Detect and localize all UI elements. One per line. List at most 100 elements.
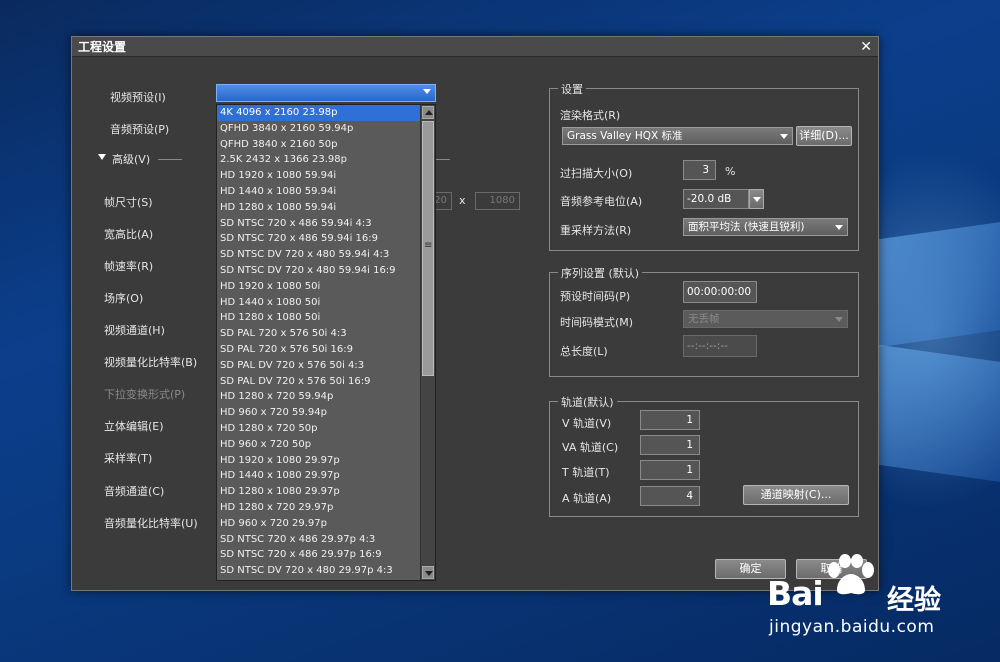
video-preset-option[interactable]: SD NTSC 720 x 486 59.94i 4:3: [217, 216, 421, 232]
settings-group-title: 设置: [558, 81, 586, 97]
video-preset-option[interactable]: HD 1280 x 1080 50i: [217, 310, 421, 326]
video-preset-option[interactable]: SD NTSC DV 720 x 480 59.94i 16:9: [217, 263, 421, 279]
video-preset-option[interactable]: HD 960 x 720 50p: [217, 437, 421, 453]
audio-ref-dropdown-icon[interactable]: [749, 189, 764, 209]
render-format-value: Grass Valley HQX 标准: [567, 130, 683, 142]
chevron-down-icon: [423, 89, 431, 94]
resample-method-value: 面积平均法 (快速且锐利): [688, 221, 805, 233]
audio-ref-level-field[interactable]: -20.0 dB: [683, 189, 749, 209]
t-track-field[interactable]: 1: [640, 460, 700, 480]
video-preset-option[interactable]: SD PAL DV 720 x 576 50i 16:9: [217, 374, 421, 390]
a-track-label: A 轨道(A): [562, 492, 612, 505]
frame-height-field: 1080: [475, 192, 520, 210]
audio-channel-label: 音频通道(C): [104, 485, 165, 498]
audio-ref-level-label: 音频参考电位(A): [560, 195, 643, 208]
v-track-label: V 轨道(V): [562, 417, 612, 430]
video-preset-option[interactable]: SD NTSC 720 x 486 29.97p 16:9: [217, 547, 421, 563]
tracks-group: 轨道(默认) V 轨道(V) 1 VA 轨道(C) 1 T 轨道(T) 1 A …: [549, 394, 859, 517]
channel-map-button[interactable]: 通道映射(C)...: [743, 485, 849, 505]
advanced-label: 高级(V): [112, 153, 151, 166]
wallpaper-pane: [860, 342, 1000, 482]
video-preset-option[interactable]: SD PAL DV 720 x 576 50i 4:3: [217, 358, 421, 374]
baidu-jingyan-watermark: Bai 经验 jingyan.baidu.com: [765, 552, 1000, 662]
video-preset-option[interactable]: HD 960 x 720 29.97p: [217, 516, 421, 532]
sample-rate-label: 采样率(T): [104, 452, 153, 465]
timecode-mode-select[interactable]: 无丢帧: [683, 310, 848, 328]
sequence-group-title: 序列设置 (默认): [558, 265, 643, 281]
video-preset-option[interactable]: QFHD 3840 x 2160 50p: [217, 137, 421, 153]
dialog-titlebar: 工程设置 ✕: [72, 37, 878, 57]
video-preset-option[interactable]: HD 1440 x 1080 59.94i: [217, 184, 421, 200]
video-preset-option[interactable]: SD PAL 720 x 576 50i 4:3: [217, 326, 421, 342]
video-channel-label: 视频通道(H): [104, 324, 165, 337]
watermark-url: jingyan.baidu.com: [769, 617, 935, 637]
baidu-paw-icon: [828, 554, 874, 595]
scroll-up-icon[interactable]: [422, 106, 434, 119]
aspect-ratio-label: 宽高比(A): [104, 228, 154, 241]
timecode-mode-value: 无丢帧: [688, 313, 720, 325]
advanced-divider: [158, 159, 182, 160]
wallpaper-pane: [860, 222, 1000, 350]
timecode-mode-label: 时间码模式(M): [560, 316, 634, 329]
settings-group: 设置 渲染格式(R) Grass Valley HQX 标准 详细(D)... …: [549, 81, 859, 251]
video-preset-option[interactable]: 2.5K 2432 x 1366 23.98p: [217, 152, 421, 168]
video-preset-listbox[interactable]: 4K 4096 x 2160 23.98p QFHD 3840 x 2160 59…: [216, 104, 436, 581]
video-preset-option[interactable]: SD NTSC 720 x 486 59.94i 16:9: [217, 231, 421, 247]
audio-bitdepth-label: 音频量化比特率(U): [104, 517, 198, 530]
render-format-select[interactable]: Grass Valley HQX 标准: [562, 127, 793, 145]
video-preset-option[interactable]: SD NTSC DV 720 x 480 59.94i 4:3: [217, 247, 421, 263]
total-length-field: --:--:--:--: [683, 335, 757, 357]
frame-size-label: 帧尺寸(S): [104, 196, 153, 209]
resample-method-select[interactable]: 面积平均法 (快速且锐利): [683, 218, 848, 236]
video-preset-option[interactable]: SD PAL 720 x 576 50i 16:9: [217, 342, 421, 358]
video-preset-option[interactable]: HD 1280 x 720 59.94p: [217, 389, 421, 405]
video-preset-option[interactable]: SD NTSC 720 x 486 29.97p 4:3: [217, 532, 421, 548]
total-length-label: 总长度(L): [560, 345, 608, 358]
stereo-edit-label: 立体编辑(E): [104, 420, 164, 433]
watermark-brand: Bai: [767, 574, 824, 613]
scroll-down-icon[interactable]: [422, 566, 434, 579]
overscan-field[interactable]: 3: [683, 160, 716, 180]
sequence-settings-group: 序列设置 (默认) 预设时间码(P) 00:00:00:00 时间码模式(M) …: [549, 265, 859, 377]
overscan-label: 过扫描大小(O): [560, 167, 633, 180]
video-preset-option[interactable]: HD 1440 x 1080 29.97p: [217, 468, 421, 484]
render-format-label: 渲染格式(R): [560, 109, 621, 122]
video-preset-option[interactable]: HD 1920 x 1080 59.94i: [217, 168, 421, 184]
video-preset-option[interactable]: HD 1920 x 1080 50i: [217, 279, 421, 295]
va-track-field[interactable]: 1: [640, 435, 700, 455]
video-preset-option[interactable]: HD 1440 x 1080 50i: [217, 295, 421, 311]
video-preset-option[interactable]: SD NTSC DV 720 x 480 29.97p 4:3: [217, 563, 421, 579]
video-preset-items: 4K 4096 x 2160 23.98p QFHD 3840 x 2160 59…: [217, 105, 421, 579]
t-track-label: T 轨道(T): [562, 466, 610, 479]
dialog-title: 工程设置: [78, 40, 127, 54]
v-track-field[interactable]: 1: [640, 410, 700, 430]
detail-button[interactable]: 详细(D)...: [796, 126, 852, 146]
collapse-triangle-icon: [98, 154, 106, 160]
listbox-scrollbar[interactable]: [420, 105, 435, 580]
project-settings-dialog: 工程设置 ✕ 视频预设(I) 音频预设(P) 高级(V) 帧尺寸(S) 宽高比(…: [71, 36, 879, 591]
watermark-brand-cn: 经验: [887, 585, 941, 616]
video-preset-option[interactable]: HD 960 x 720 59.94p: [217, 405, 421, 421]
video-preset-option[interactable]: QFHD 3840 x 2160 59.94p: [217, 121, 421, 137]
va-track-label: VA 轨道(C): [562, 441, 619, 454]
video-bitdepth-label: 视频量化比特率(B): [104, 356, 198, 369]
video-preset-option[interactable]: HD 1280 x 1080 29.97p: [217, 484, 421, 500]
frame-size-x: x: [459, 194, 466, 207]
video-preset-option[interactable]: HD 1280 x 1080 59.94i: [217, 200, 421, 216]
video-preset-label: 视频预设(I): [110, 91, 166, 104]
video-preset-option[interactable]: HD 1280 x 720 50p: [217, 421, 421, 437]
video-preset-select[interactable]: [216, 84, 436, 102]
chevron-down-icon: [835, 317, 843, 322]
video-preset-option[interactable]: HD 1920 x 1080 29.97p: [217, 453, 421, 469]
video-preset-option[interactable]: 4K 4096 x 2160 23.98p: [217, 105, 421, 121]
preset-timecode-field[interactable]: 00:00:00:00: [683, 281, 757, 303]
scrollbar-thumb[interactable]: [422, 121, 434, 376]
tracks-group-title: 轨道(默认): [558, 394, 617, 410]
field-order-label: 场序(O): [104, 292, 144, 305]
chevron-down-icon: [780, 134, 788, 139]
pulldown-label: 下拉变换形式(P): [104, 388, 186, 401]
close-icon[interactable]: ✕: [860, 40, 872, 54]
a-track-field[interactable]: 4: [640, 486, 700, 506]
video-preset-option[interactable]: HD 1280 x 720 29.97p: [217, 500, 421, 516]
preset-timecode-label: 预设时间码(P): [560, 290, 631, 303]
